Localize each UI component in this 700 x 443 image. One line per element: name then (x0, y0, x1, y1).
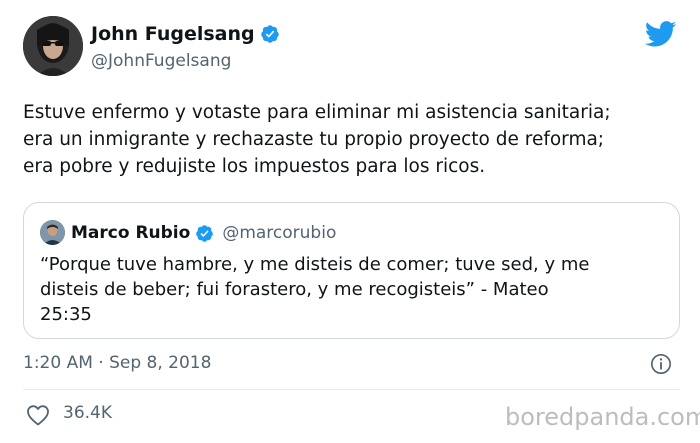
tweet-text-line: Estuve enfermo y votaste para eliminar m… (23, 102, 611, 123)
author-handle[interactable]: @JohnFugelsang (91, 50, 231, 72)
quoted-header: Marco Rubio @marcorubio (71, 220, 336, 246)
tweet-timestamp[interactable]: 1:20 AM · Sep 8, 2018 (23, 353, 211, 373)
author-avatar[interactable] (23, 16, 83, 76)
quoted-author-avatar (40, 220, 65, 245)
avatar-image (23, 16, 83, 76)
quoted-tweet-card[interactable]: Marco Rubio @marcorubio “Porque tuve ham… (23, 202, 680, 339)
divider (23, 389, 680, 390)
verified-badge-icon (195, 224, 214, 243)
watermark: boredpanda.com (505, 403, 700, 431)
quoted-avatar-image (40, 220, 65, 245)
author-name[interactable]: John Fugelsang (91, 22, 280, 46)
quoted-text-line: 25:35 (40, 304, 92, 325)
quoted-text-line: disteis de beber; fui forastero, y me re… (40, 279, 549, 300)
quoted-tweet-text: “Porque tuve hambre, y me disteis de com… (40, 252, 670, 327)
info-icon[interactable] (650, 353, 672, 375)
twitter-bird-icon[interactable] (644, 21, 677, 47)
heart-icon[interactable] (26, 404, 50, 426)
tweet-text-line: era pobre y redujiste los impuestos para… (23, 156, 486, 177)
quoted-author-name[interactable]: Marco Rubio (71, 223, 190, 243)
author-name-text: John Fugelsang (91, 23, 255, 45)
like-count[interactable]: 36.4K (63, 403, 112, 423)
verified-badge-icon (260, 24, 280, 44)
tweet-text-line: era un inmigrante y rechazaste tu propio… (23, 129, 605, 150)
quoted-author-handle[interactable]: @marcorubio (222, 223, 336, 243)
tweet-text: Estuve enfermo y votaste para eliminar m… (23, 99, 683, 180)
quoted-text-line: “Porque tuve hambre, y me disteis de com… (40, 254, 590, 275)
